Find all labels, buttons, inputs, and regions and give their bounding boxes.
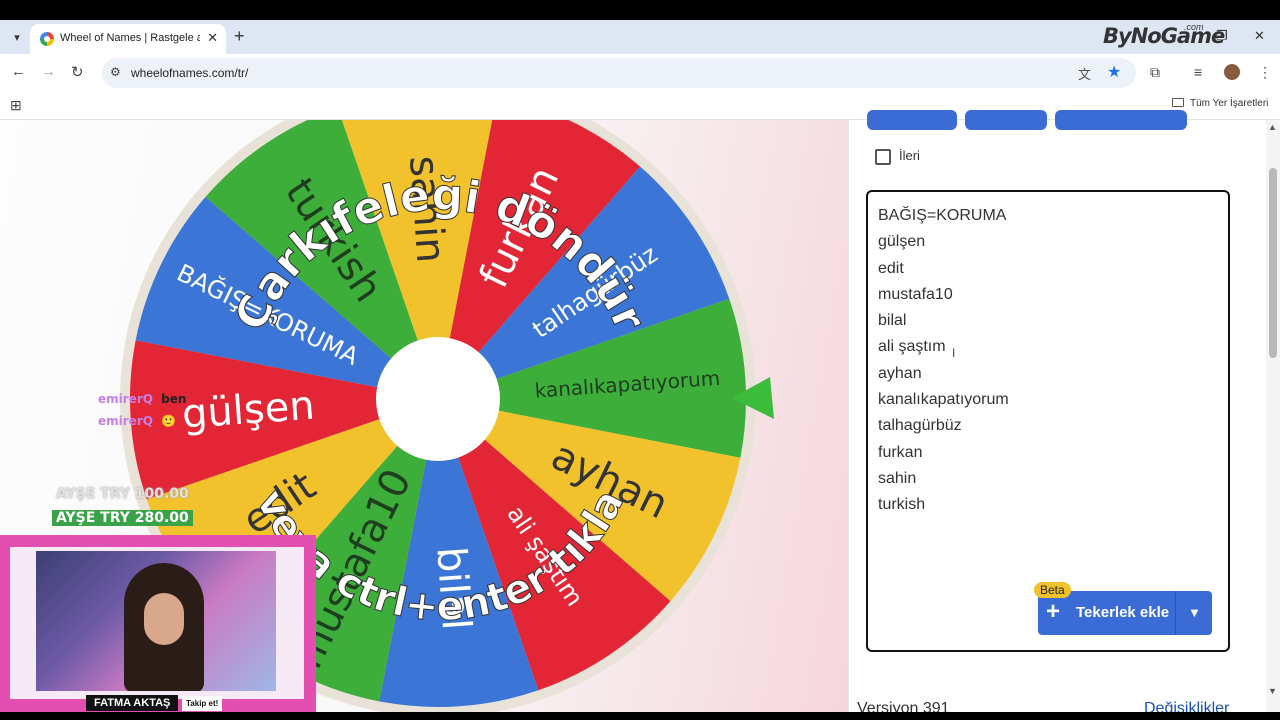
name-entry[interactable]: ayhan: [878, 362, 1009, 388]
folder-icon: [1172, 98, 1184, 107]
donation-alert: AYŞE TRY 100.00: [56, 486, 189, 502]
all-bookmarks-folder[interactable]: Tüm Yer İşaretleri: [1172, 98, 1268, 109]
address-toolbar: ← → ↻ ⚙ wheelofnames.com/tr/ 文 ★ ⧉ ≡ ⋮: [0, 54, 1280, 92]
forward-icon[interactable]: →: [41, 63, 56, 80]
add-wheel-label: Tekerlek ekle: [1076, 604, 1170, 621]
page-scrollbar[interactable]: ▲ ▼: [1266, 120, 1280, 712]
name-entry[interactable]: sahin: [878, 467, 1009, 493]
browser-window: ▾ Wheel of Names | Rastgele ad s ✕ + ByN…: [0, 20, 1280, 712]
name-entry[interactable]: edit: [878, 257, 1009, 283]
wheel-center[interactable]: [376, 337, 500, 461]
restore-window-icon[interactable]: ❐: [1216, 28, 1228, 44]
all-bookmarks-label: Tüm Yer İşaretleri: [1190, 98, 1269, 109]
sort-button[interactable]: [965, 110, 1047, 130]
advanced-label: İleri: [899, 148, 920, 163]
apps-grid-icon[interactable]: ⊞: [10, 97, 22, 114]
follow-badge: Takip et!: [182, 696, 223, 711]
chat-user: emirerQ: [98, 414, 153, 428]
scroll-down-icon[interactable]: ▼: [1268, 686, 1277, 696]
dropdown-caret-icon[interactable]: ▼: [1188, 605, 1201, 620]
name-entry[interactable]: turkish: [878, 493, 1009, 519]
reload-icon[interactable]: ↻: [71, 63, 84, 81]
webcam-video: [36, 551, 276, 691]
chat-text: ben: [161, 392, 187, 406]
favicon-icon: [40, 32, 54, 46]
advanced-checkbox[interactable]: [875, 149, 891, 165]
back-icon[interactable]: ←: [11, 63, 26, 80]
name-entry[interactable]: gülşen: [878, 230, 1009, 256]
add-image-button[interactable]: [1055, 110, 1187, 130]
tab-strip: ▾ Wheel of Names | Rastgele ad s ✕ + ByN…: [0, 20, 1280, 54]
name-entry[interactable]: mustafa10: [878, 283, 1009, 309]
names-list[interactable]: BAĞIŞ=KORUMA gülşen edit mustafa10 bilal ali …: [878, 204, 1009, 520]
scroll-thumb[interactable]: [1269, 168, 1277, 358]
close-tab-icon[interactable]: ✕: [207, 30, 218, 46]
names-panel: İleri BAĞIŞ=KORUMA gülşen edit mustafa10 bil…: [848, 110, 1248, 712]
version-label: Versiyon 391: [857, 700, 950, 712]
name-entry[interactable]: kanalıkapatıyorum: [878, 388, 1009, 414]
text-cursor-icon: I: [952, 346, 956, 360]
button-divider: [1175, 591, 1176, 635]
new-tab-icon[interactable]: +: [234, 26, 245, 47]
brand-overlay-logo: ByNoGame: [1103, 24, 1225, 48]
chat-user: emirerQ: [98, 392, 153, 406]
streamer-face: [144, 593, 184, 645]
brand-overlay-suffix: .com: [1184, 22, 1204, 32]
name-entry[interactable]: furkan: [878, 441, 1009, 467]
translate-icon[interactable]: 文: [1078, 64, 1091, 83]
address-bar[interactable]: ⚙ wheelofnames.com/tr/ 文 ★: [102, 58, 1136, 88]
url-text[interactable]: wheelofnames.com/tr/: [131, 66, 248, 80]
streamer-webcam: FATMA AKTAŞ Takip et!: [0, 535, 316, 712]
name-entry[interactable]: BAĞIŞ=KORUMA: [878, 204, 1009, 230]
shuffle-button[interactable]: [867, 110, 957, 130]
menu-icon[interactable]: ⋮: [1258, 64, 1272, 81]
chat-message: emirerQ 🙂: [98, 414, 176, 428]
site-info-icon[interactable]: ⚙: [110, 65, 121, 79]
scroll-up-icon[interactable]: ▲: [1268, 122, 1277, 132]
webcam-frame: [10, 547, 304, 699]
profile-avatar[interactable]: [1224, 64, 1240, 80]
beta-badge: Beta: [1034, 582, 1071, 598]
wheel-segment-label: gülşen: [181, 383, 317, 438]
chat-message: emirerQ ben: [98, 392, 186, 406]
streamer-name: FATMA AKTAŞ: [86, 695, 179, 711]
media-control-icon[interactable]: ≡: [1194, 64, 1202, 80]
extensions-icon[interactable]: ⧉: [1150, 64, 1160, 81]
tab-search-icon[interactable]: ▾: [7, 28, 27, 48]
plus-icon: +: [1046, 598, 1061, 625]
close-window-icon[interactable]: ✕: [1254, 28, 1265, 44]
changes-link[interactable]: Değişiklikler: [1144, 700, 1229, 712]
donation-alert: AYŞE TRY 280.00: [52, 510, 193, 526]
bookmark-star-icon[interactable]: ★: [1107, 62, 1121, 82]
tab-title: Wheel of Names | Rastgele ad s: [60, 32, 200, 44]
name-entry[interactable]: bilal: [878, 309, 1009, 335]
name-entry[interactable]: talhagürbüz: [878, 414, 1009, 440]
name-entry[interactable]: ali şaştım: [878, 335, 1009, 361]
names-textarea[interactable]: BAĞIŞ=KORUMA gülşen edit mustafa10 bilal ali …: [866, 190, 1230, 652]
chat-text: 🙂: [161, 414, 177, 428]
active-tab[interactable]: Wheel of Names | Rastgele ad s ✕: [30, 24, 226, 54]
